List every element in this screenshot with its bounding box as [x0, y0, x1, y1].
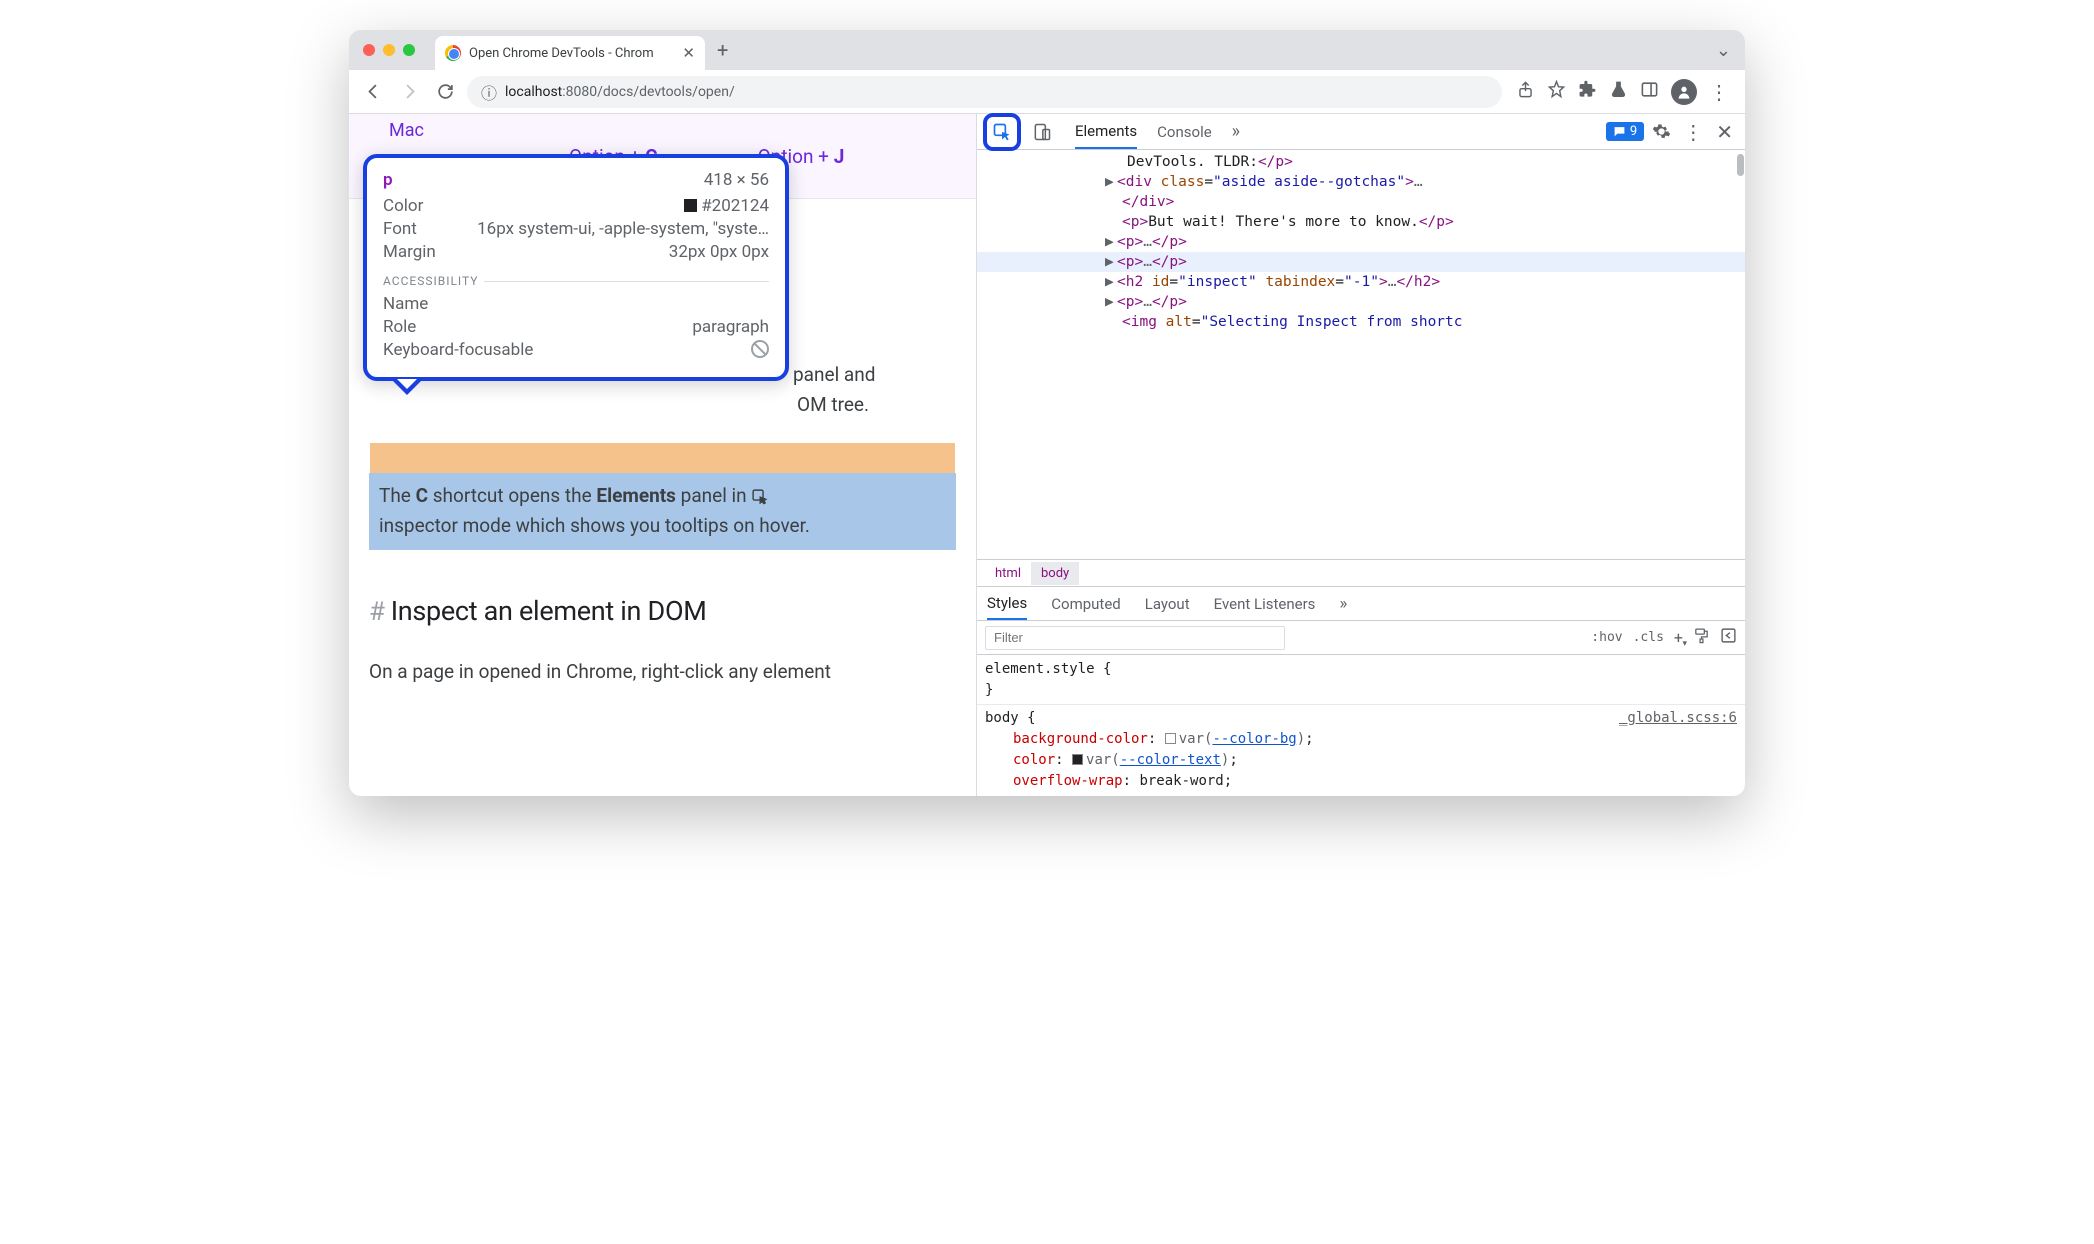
- tab-close-button[interactable]: ✕: [682, 44, 695, 62]
- scrollbar-thumb[interactable]: [1737, 154, 1744, 176]
- device-toolbar-button[interactable]: [1027, 117, 1057, 147]
- not-focusable-icon: [751, 340, 769, 358]
- tooltip-margin-label: Margin: [383, 242, 436, 262]
- tab-layout[interactable]: Layout: [1145, 595, 1190, 613]
- tab-computed[interactable]: Computed: [1051, 595, 1121, 613]
- address-text: localhost:8080/docs/devtools/open/: [505, 84, 735, 100]
- chrome-icon: [445, 45, 461, 61]
- sidepanel-icon[interactable]: [1640, 80, 1659, 103]
- source-link[interactable]: _global.scss:6: [1619, 708, 1737, 729]
- tooltip-font-label: Font: [383, 219, 417, 239]
- labs-icon[interactable]: [1609, 80, 1628, 103]
- maximize-window-button[interactable]: [403, 44, 415, 56]
- tooltip-kb-label: Keyboard-focusable: [383, 340, 533, 360]
- address-input[interactable]: ⓘ localhost:8080/docs/devtools/open/: [467, 76, 1502, 108]
- styles-more-icon[interactable]: »: [1339, 594, 1347, 614]
- paint-icon[interactable]: [1693, 627, 1710, 648]
- forward-button[interactable]: [395, 78, 423, 106]
- profile-avatar[interactable]: [1671, 79, 1697, 105]
- tab-event-listeners[interactable]: Event Listeners: [1214, 595, 1316, 613]
- browser-window: Open Chrome DevTools - Chrom ✕ + ⌄ ⓘ loc…: [349, 30, 1745, 796]
- styles-filter-input[interactable]: [985, 626, 1285, 650]
- cls-toggle[interactable]: .cls: [1633, 630, 1664, 645]
- tooltip-a11y-label: ACCESSIBILITY: [383, 274, 769, 288]
- inspect-tooltip: p 418 × 56 Color #202124 Font 16px system-…: [363, 154, 789, 381]
- inspect-icon-inline: [751, 484, 768, 501]
- tab-console[interactable]: Console: [1157, 123, 1212, 141]
- tooltip-role-value: paragraph: [692, 317, 769, 337]
- minimize-window-button[interactable]: [383, 44, 395, 56]
- window-controls: [363, 44, 415, 56]
- new-rule-icon[interactable]: +▾: [1674, 628, 1683, 647]
- hidden-text-behind-tooltip: panel and OM tree.: [793, 360, 875, 421]
- chrome-menu-icon[interactable]: ⋮: [1709, 80, 1729, 104]
- back-button[interactable]: [359, 78, 387, 106]
- tabs-overflow-button[interactable]: ⌄: [1716, 40, 1731, 61]
- tooltip-name-label: Name: [383, 294, 428, 314]
- crumb-html[interactable]: html: [985, 562, 1031, 585]
- tooltip-color-label: Color: [383, 196, 423, 216]
- color-swatch-icon[interactable]: [1165, 733, 1176, 744]
- styles-filter-bar: :hov .cls +▾: [977, 621, 1745, 655]
- tooltip-color-value: #202124: [684, 196, 769, 216]
- computed-toggle-icon[interactable]: [1720, 627, 1737, 648]
- more-icon[interactable]: ⋮: [1678, 117, 1708, 147]
- site-info-icon[interactable]: ⓘ: [481, 80, 497, 104]
- rendered-page: Mac Option + C Option + J panel and OM t…: [349, 114, 977, 796]
- devtools-toolbar: Elements Console » 9 ⋮ ✕: [977, 114, 1745, 150]
- color-swatch-icon: [684, 199, 697, 212]
- address-bar: ⓘ localhost:8080/docs/devtools/open/ ⋮: [349, 70, 1745, 114]
- devtools-panel: Elements Console » 9 ⋮ ✕ DevTools. TLDR: [977, 114, 1745, 796]
- bookmark-icon[interactable]: [1547, 80, 1566, 103]
- tooltip-dimensions: 418 × 56: [704, 170, 769, 190]
- tab-elements[interactable]: Elements: [1075, 114, 1137, 149]
- tabs-more-icon[interactable]: »: [1232, 121, 1240, 142]
- color-swatch-icon[interactable]: [1072, 754, 1083, 765]
- tooltip-font-value: 16px system-ui, -apple-system, "syste…: [477, 219, 769, 239]
- titlebar: Open Chrome DevTools - Chrom ✕ + ⌄: [349, 30, 1745, 70]
- tooltip-role-label: Role: [383, 317, 416, 337]
- content-area: Mac Option + C Option + J panel and OM t…: [349, 114, 1745, 796]
- tab-title: Open Chrome DevTools - Chrom: [469, 46, 654, 61]
- browser-tab[interactable]: Open Chrome DevTools - Chrom ✕: [435, 36, 705, 70]
- new-tab-button[interactable]: +: [717, 38, 728, 62]
- settings-icon[interactable]: [1646, 117, 1676, 147]
- inspect-element-button[interactable]: [987, 117, 1017, 147]
- toolbar-icons: ⋮: [1510, 79, 1735, 105]
- issues-badge[interactable]: 9: [1606, 122, 1644, 141]
- tooltip-tag: p: [383, 170, 393, 190]
- styles-tabs: Styles Computed Layout Event Listeners »: [977, 587, 1745, 621]
- tab-styles[interactable]: Styles: [987, 587, 1027, 620]
- section-heading: #Inspect an element in DOM: [369, 590, 956, 634]
- dom-tree[interactable]: DevTools. TLDR:</p> ▶<div class="aside a…: [977, 150, 1745, 559]
- reload-button[interactable]: [431, 78, 459, 106]
- dom-breadcrumb[interactable]: html body: [977, 559, 1745, 587]
- margin-overlay: [370, 443, 955, 473]
- extensions-icon[interactable]: [1578, 80, 1597, 103]
- close-window-button[interactable]: [363, 44, 375, 56]
- hov-toggle[interactable]: :hov: [1591, 630, 1622, 645]
- share-icon[interactable]: [1516, 80, 1535, 103]
- mac-row-label: Mac: [389, 120, 952, 141]
- devtools-close-button[interactable]: ✕: [1716, 120, 1733, 144]
- styles-rules[interactable]: element.style { } body { _global.scss:6 …: [977, 655, 1745, 796]
- highlighted-paragraph[interactable]: The C shortcut opens the Elements panel …: [369, 473, 956, 550]
- tooltip-margin-value: 32px 0px 0px: [669, 242, 769, 262]
- body-paragraph: On a page in opened in Chrome, right-cli…: [369, 657, 956, 687]
- inspect-button-highlight: [983, 113, 1021, 151]
- crumb-body[interactable]: body: [1031, 562, 1079, 585]
